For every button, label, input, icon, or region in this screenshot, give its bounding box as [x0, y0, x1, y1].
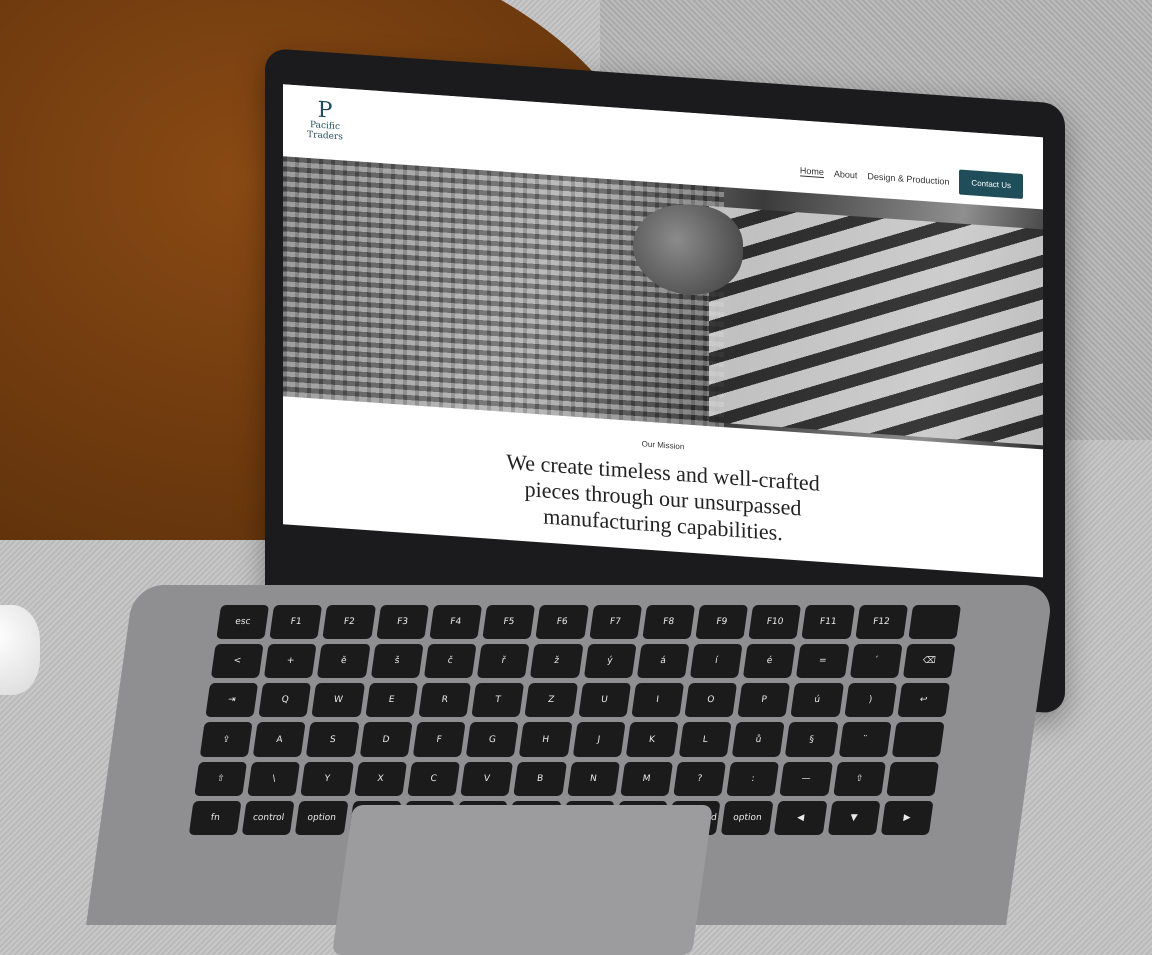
keyboard-key[interactable]: ý	[583, 644, 637, 679]
keyboard-key[interactable]: §	[785, 722, 839, 757]
keyboard-key[interactable]: I	[630, 683, 684, 718]
site-nav: Home About Design & Production Contact U…	[799, 158, 1023, 200]
keyboard-key[interactable]: ř	[476, 644, 530, 679]
keyboard-key[interactable]: ⇧	[194, 761, 248, 796]
keyboard-key[interactable]: F9	[695, 605, 749, 640]
keyboard-key[interactable]: C	[407, 761, 461, 796]
keyboard-key[interactable]: L	[678, 722, 732, 757]
keyboard-key[interactable]: ⇪	[199, 722, 253, 757]
keyboard-key[interactable]: ě	[317, 644, 371, 679]
keyboard-key[interactable]: option	[295, 800, 349, 835]
trackpad[interactable]	[331, 805, 713, 955]
keyboard-key[interactable]	[886, 761, 940, 796]
keyboard-key[interactable]: \	[247, 761, 301, 796]
keyboard-key[interactable]: F1	[269, 605, 323, 640]
keyboard-key[interactable]: ⇧	[832, 761, 886, 796]
keyboard-key[interactable]: B	[513, 761, 567, 796]
keyboard-key[interactable]: option	[720, 800, 774, 835]
keyboard-key[interactable]: F12	[854, 605, 908, 640]
keyboard-key[interactable]: F8	[641, 605, 696, 640]
keyboard-key[interactable]: R	[418, 683, 472, 718]
keyboard-key[interactable]: U	[577, 683, 631, 718]
keyboard-key[interactable]: š	[370, 644, 424, 679]
keyboard-key[interactable]: é	[742, 644, 796, 679]
keyboard-key[interactable]: W	[311, 683, 365, 718]
keyboard-key[interactable]: F2	[322, 605, 376, 640]
wooden-slats	[708, 206, 1043, 446]
keyboard-key[interactable]: +	[263, 644, 317, 679]
keyboard-key[interactable]	[908, 605, 962, 640]
keyboard-key[interactable]: ▶	[880, 800, 934, 835]
keyboard-key[interactable]: <	[210, 644, 264, 679]
keyboard-key[interactable]: ▼	[827, 800, 881, 835]
keyboard-key[interactable]: ⇥	[205, 683, 259, 718]
keyboard-key[interactable]: F3	[375, 605, 429, 640]
keyboard-key[interactable]: F7	[588, 605, 642, 640]
keyboard-key[interactable]: N	[566, 761, 620, 796]
keyboard-key[interactable]: A	[252, 722, 306, 757]
keyboard-key[interactable]: E	[364, 683, 418, 718]
laptop-screen: P Pacific Traders Home About Design & Pr…	[283, 84, 1043, 578]
keyboard-key[interactable]: S	[306, 722, 360, 757]
keyboard-key[interactable]: á	[636, 644, 690, 679]
keyboard-key[interactable]: —	[779, 761, 833, 796]
keyboard-key[interactable]: Y	[300, 761, 354, 796]
keyboard-key[interactable]: =	[796, 644, 850, 679]
keyboard-key[interactable]: í	[689, 644, 743, 679]
keyboard-key[interactable]: F11	[801, 605, 855, 640]
keyboard-key[interactable]: F	[412, 722, 466, 757]
keyboard-key[interactable]: V	[460, 761, 514, 796]
logo-mark: P	[317, 97, 333, 124]
keyboard-key[interactable]: esc	[216, 605, 270, 640]
keyboard-key[interactable]: :	[726, 761, 780, 796]
logo-text: Pacific Traders	[307, 120, 343, 143]
keyboard-key[interactable]	[891, 722, 945, 757]
keyboard-key[interactable]: ¨	[838, 722, 892, 757]
keyboard-key[interactable]: ž	[530, 644, 584, 679]
keyboard-key[interactable]: F5	[482, 605, 536, 640]
keyboard: esc F1 F2 F3 F4 F5 F6 F7 F8 F9 F10 F11 F12 < + ě š č ř ž ý á í…	[188, 605, 962, 835]
keyboard-key[interactable]: control	[241, 800, 295, 835]
mission-statement: We create timeless and well-crafted piec…	[506, 448, 820, 546]
keyboard-key[interactable]: Q	[258, 683, 312, 718]
keyboard-key[interactable]: T	[471, 683, 525, 718]
site-logo[interactable]: P Pacific Traders	[305, 97, 345, 143]
nav-design-production[interactable]: Design & Production	[867, 171, 949, 187]
keyboard-key[interactable]: F6	[535, 605, 589, 640]
nav-home[interactable]: Home	[799, 165, 824, 179]
wicker-texture	[283, 156, 724, 428]
keyboard-key[interactable]: ú	[790, 683, 844, 718]
keyboard-key[interactable]: F10	[748, 605, 802, 640]
keyboard-key[interactable]: ?	[673, 761, 727, 796]
keyboard-key[interactable]: č	[423, 644, 477, 679]
keyboard-key[interactable]: P	[737, 683, 791, 718]
keyboard-key[interactable]: D	[359, 722, 413, 757]
keyboard-key[interactable]: )	[843, 683, 897, 718]
keyboard-key[interactable]: ↩	[897, 683, 951, 718]
keyboard-key[interactable]: fn	[188, 800, 242, 835]
keyboard-key[interactable]: ´	[849, 644, 903, 679]
keyboard-key[interactable]: J	[572, 722, 626, 757]
contact-us-button[interactable]: Contact Us	[959, 169, 1023, 200]
keyboard-key[interactable]: M	[619, 761, 673, 796]
keyboard-key[interactable]: H	[519, 722, 573, 757]
keyboard-key[interactable]: X	[353, 761, 407, 796]
keyboard-key[interactable]: ◀	[774, 800, 828, 835]
nav-about[interactable]: About	[834, 168, 858, 180]
keyboard-key[interactable]: ů	[731, 722, 785, 757]
keyboard-key[interactable]: ⌫	[902, 644, 956, 679]
keyboard-key[interactable]: Z	[524, 683, 578, 718]
laptop-base: esc F1 F2 F3 F4 F5 F6 F7 F8 F9 F10 F11 F12 < + ě š č ř ž ý á í…	[86, 585, 1054, 955]
keyboard-key[interactable]: O	[684, 683, 738, 718]
keyboard-key[interactable]: G	[465, 722, 519, 757]
white-earbud	[0, 605, 40, 695]
keyboard-key[interactable]: F4	[429, 605, 483, 640]
keyboard-key[interactable]: K	[625, 722, 679, 757]
